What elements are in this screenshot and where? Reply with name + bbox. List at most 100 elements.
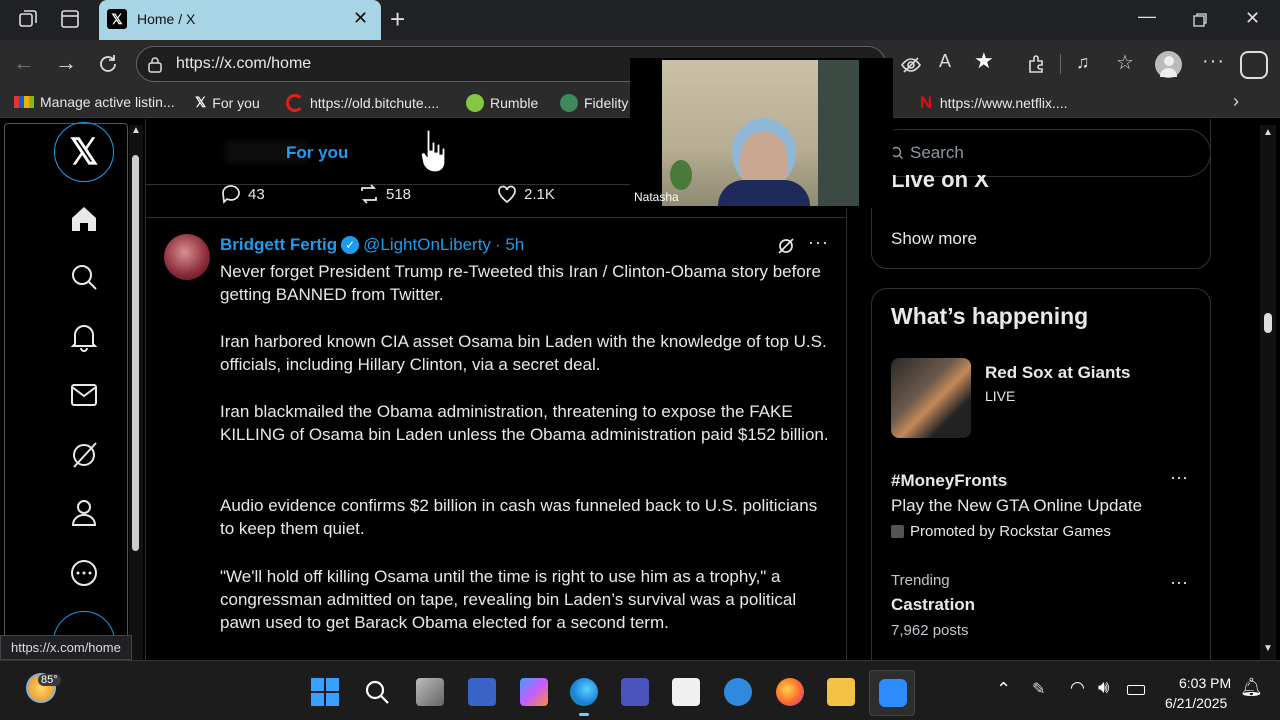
copilot-icon[interactable] bbox=[1240, 51, 1268, 79]
pen-icon[interactable]: ✎ bbox=[1032, 679, 1045, 699]
bookmark-rumble[interactable]: Rumble bbox=[466, 94, 538, 112]
heart-icon bbox=[498, 185, 516, 204]
notifications-bell-icon[interactable]: 🔔︎ bbox=[1240, 677, 1263, 698]
profile-icon[interactable] bbox=[66, 495, 102, 531]
promoted-label: Promoted by Rockstar Games bbox=[891, 523, 1111, 540]
close-window-icon[interactable]: ✕ bbox=[1245, 8, 1260, 29]
favorite-star-icon[interactable]: ★ bbox=[974, 48, 994, 74]
reply-icon bbox=[222, 185, 240, 204]
bookmark-ebay[interactable]: Manage active listin... bbox=[14, 94, 175, 110]
like-button[interactable]: 2.1K bbox=[496, 183, 555, 205]
trend-thumbnail[interactable] bbox=[891, 358, 971, 438]
home-icon[interactable] bbox=[66, 201, 102, 237]
fidelity-icon bbox=[560, 94, 578, 112]
edge-icon[interactable] bbox=[570, 678, 598, 706]
show-hidden-icons[interactable]: ⌃ bbox=[996, 679, 1011, 700]
tab-title: Home / X bbox=[137, 11, 196, 27]
left-scrollbar[interactable]: ▲ bbox=[129, 125, 143, 660]
teams-icon[interactable] bbox=[621, 678, 649, 706]
refresh-icon[interactable] bbox=[97, 53, 119, 75]
video-call-overlay[interactable]: Natasha bbox=[630, 58, 893, 208]
file-explorer-icon[interactable] bbox=[827, 678, 855, 706]
reply-button[interactable]: 43 bbox=[220, 183, 265, 205]
trend-more-icon[interactable]: ··· bbox=[1170, 572, 1188, 593]
toolbar-divider bbox=[1060, 54, 1061, 74]
copilot-app-icon[interactable] bbox=[520, 678, 548, 706]
zoom-taskbar-button[interactable] bbox=[869, 670, 915, 716]
clock-time[interactable]: 6:03 PM bbox=[1179, 675, 1231, 691]
favorites-icon[interactable]: ☆ bbox=[1116, 50, 1134, 75]
tweet-paragraph: Never forget President Trump re-Tweeted … bbox=[220, 262, 821, 304]
clock-date[interactable]: 6/21/2025 bbox=[1165, 695, 1227, 711]
tab-actions-icon[interactable] bbox=[60, 9, 80, 29]
page-scrollbar[interactable]: ▲ ▼ bbox=[1260, 125, 1276, 660]
firefox-icon[interactable] bbox=[776, 678, 804, 706]
url-text: https://x.com/home bbox=[176, 55, 312, 72]
grok-explain-icon[interactable] bbox=[776, 236, 796, 256]
bookmark-netflix[interactable]: . N https://www.netflix.... bbox=[890, 94, 1068, 112]
trend-title[interactable]: Red Sox at Giants bbox=[985, 363, 1130, 383]
read-aloud-icon[interactable]: A bbox=[939, 51, 951, 72]
more-menu-icon[interactable] bbox=[66, 555, 102, 591]
trend-context: Trending bbox=[891, 572, 950, 589]
store-icon[interactable] bbox=[672, 678, 700, 706]
settings-more-icon[interactable]: ··· bbox=[1202, 50, 1225, 73]
profile-avatar[interactable] bbox=[1155, 51, 1182, 78]
left-scrollbar-thumb[interactable] bbox=[132, 155, 139, 551]
active-indicator bbox=[579, 713, 589, 716]
workspaces-icon[interactable] bbox=[17, 8, 39, 30]
trend-count: 7,962 posts bbox=[891, 622, 969, 639]
bookmark-fidelity[interactable]: Fidelity bbox=[560, 94, 628, 112]
more-bookmarks-chevron-icon[interactable]: › bbox=[1233, 91, 1239, 112]
trend-more-icon[interactable]: ··· bbox=[1170, 467, 1188, 488]
forward-icon[interactable]: → bbox=[55, 50, 77, 76]
avatar[interactable] bbox=[164, 234, 210, 280]
new-tab-icon[interactable]: + bbox=[390, 4, 405, 35]
battery-icon[interactable] bbox=[1127, 685, 1145, 695]
lock-icon[interactable] bbox=[147, 56, 163, 74]
restore-icon[interactable] bbox=[1193, 13, 1207, 27]
bookmark-bitchute[interactable]: https://old.bitchute.... bbox=[286, 94, 439, 112]
taskbar-search-icon[interactable] bbox=[363, 678, 391, 706]
author-name[interactable]: Bridgett Fertig bbox=[220, 235, 337, 255]
windows-taskbar: 85° ⌃ ✎ ◠ 🔊︎ 6:03 PM 6/21/2025 🔔︎ bbox=[0, 660, 1280, 720]
ebay-icon bbox=[14, 96, 34, 108]
show-more-link[interactable]: Show more bbox=[891, 229, 977, 249]
help-icon[interactable] bbox=[724, 678, 752, 706]
grok-icon[interactable] bbox=[66, 437, 102, 473]
repost-button[interactable]: 518 bbox=[358, 183, 411, 205]
windows-start-icon[interactable] bbox=[311, 678, 339, 706]
browser-essentials-icon[interactable]: ♫ bbox=[1076, 52, 1090, 73]
tweet-time[interactable]: · 5h bbox=[495, 235, 524, 255]
x-favicon-icon: 𝕏 bbox=[107, 9, 127, 29]
participant-name: Natasha bbox=[634, 190, 679, 204]
x-logo-icon[interactable]: 𝕏 bbox=[54, 122, 114, 182]
search-icon[interactable] bbox=[66, 259, 102, 295]
bookmark-for-you[interactable]: 𝕏 For you bbox=[195, 94, 260, 111]
tracking-prevention-icon[interactable] bbox=[900, 54, 922, 76]
volume-icon[interactable]: 🔊︎ bbox=[1098, 677, 1109, 698]
reply-count: 43 bbox=[248, 185, 265, 203]
tweet-more-icon[interactable]: ··· bbox=[808, 232, 829, 253]
wifi-icon[interactable]: ◠ bbox=[1070, 678, 1085, 698]
trend-description[interactable]: Play the New GTA Online Update bbox=[891, 496, 1142, 516]
task-view-icon[interactable] bbox=[416, 678, 444, 706]
messages-icon[interactable] bbox=[66, 377, 102, 413]
back-icon[interactable]: ← bbox=[13, 50, 35, 76]
verified-badge-icon: ✓ bbox=[341, 236, 360, 254]
promoted-text: Promoted by Rockstar Games bbox=[910, 523, 1111, 540]
mvp-app-icon[interactable] bbox=[468, 678, 496, 706]
close-tab-icon[interactable]: ✕ bbox=[353, 8, 368, 29]
bookmark-label: Manage active listin... bbox=[40, 94, 175, 110]
bookmark-label: Fidelity bbox=[584, 95, 629, 111]
minimize-icon[interactable]: — bbox=[1138, 6, 1156, 27]
author-handle[interactable]: @LightOnLiberty bbox=[363, 235, 491, 255]
trend-title[interactable]: #MoneyFronts bbox=[891, 471, 1007, 491]
tab-home-x[interactable]: 𝕏 Home / X ✕ bbox=[99, 0, 381, 40]
extensions-icon[interactable] bbox=[1026, 53, 1048, 75]
trend-live-badge: LIVE bbox=[985, 388, 1016, 404]
trend-title[interactable]: Castration bbox=[891, 595, 975, 615]
page-scrollbar-thumb[interactable] bbox=[1264, 313, 1272, 333]
notifications-icon[interactable] bbox=[66, 319, 102, 355]
tweet-paragraph: "We'll hold off killing Osama until the … bbox=[220, 567, 797, 632]
